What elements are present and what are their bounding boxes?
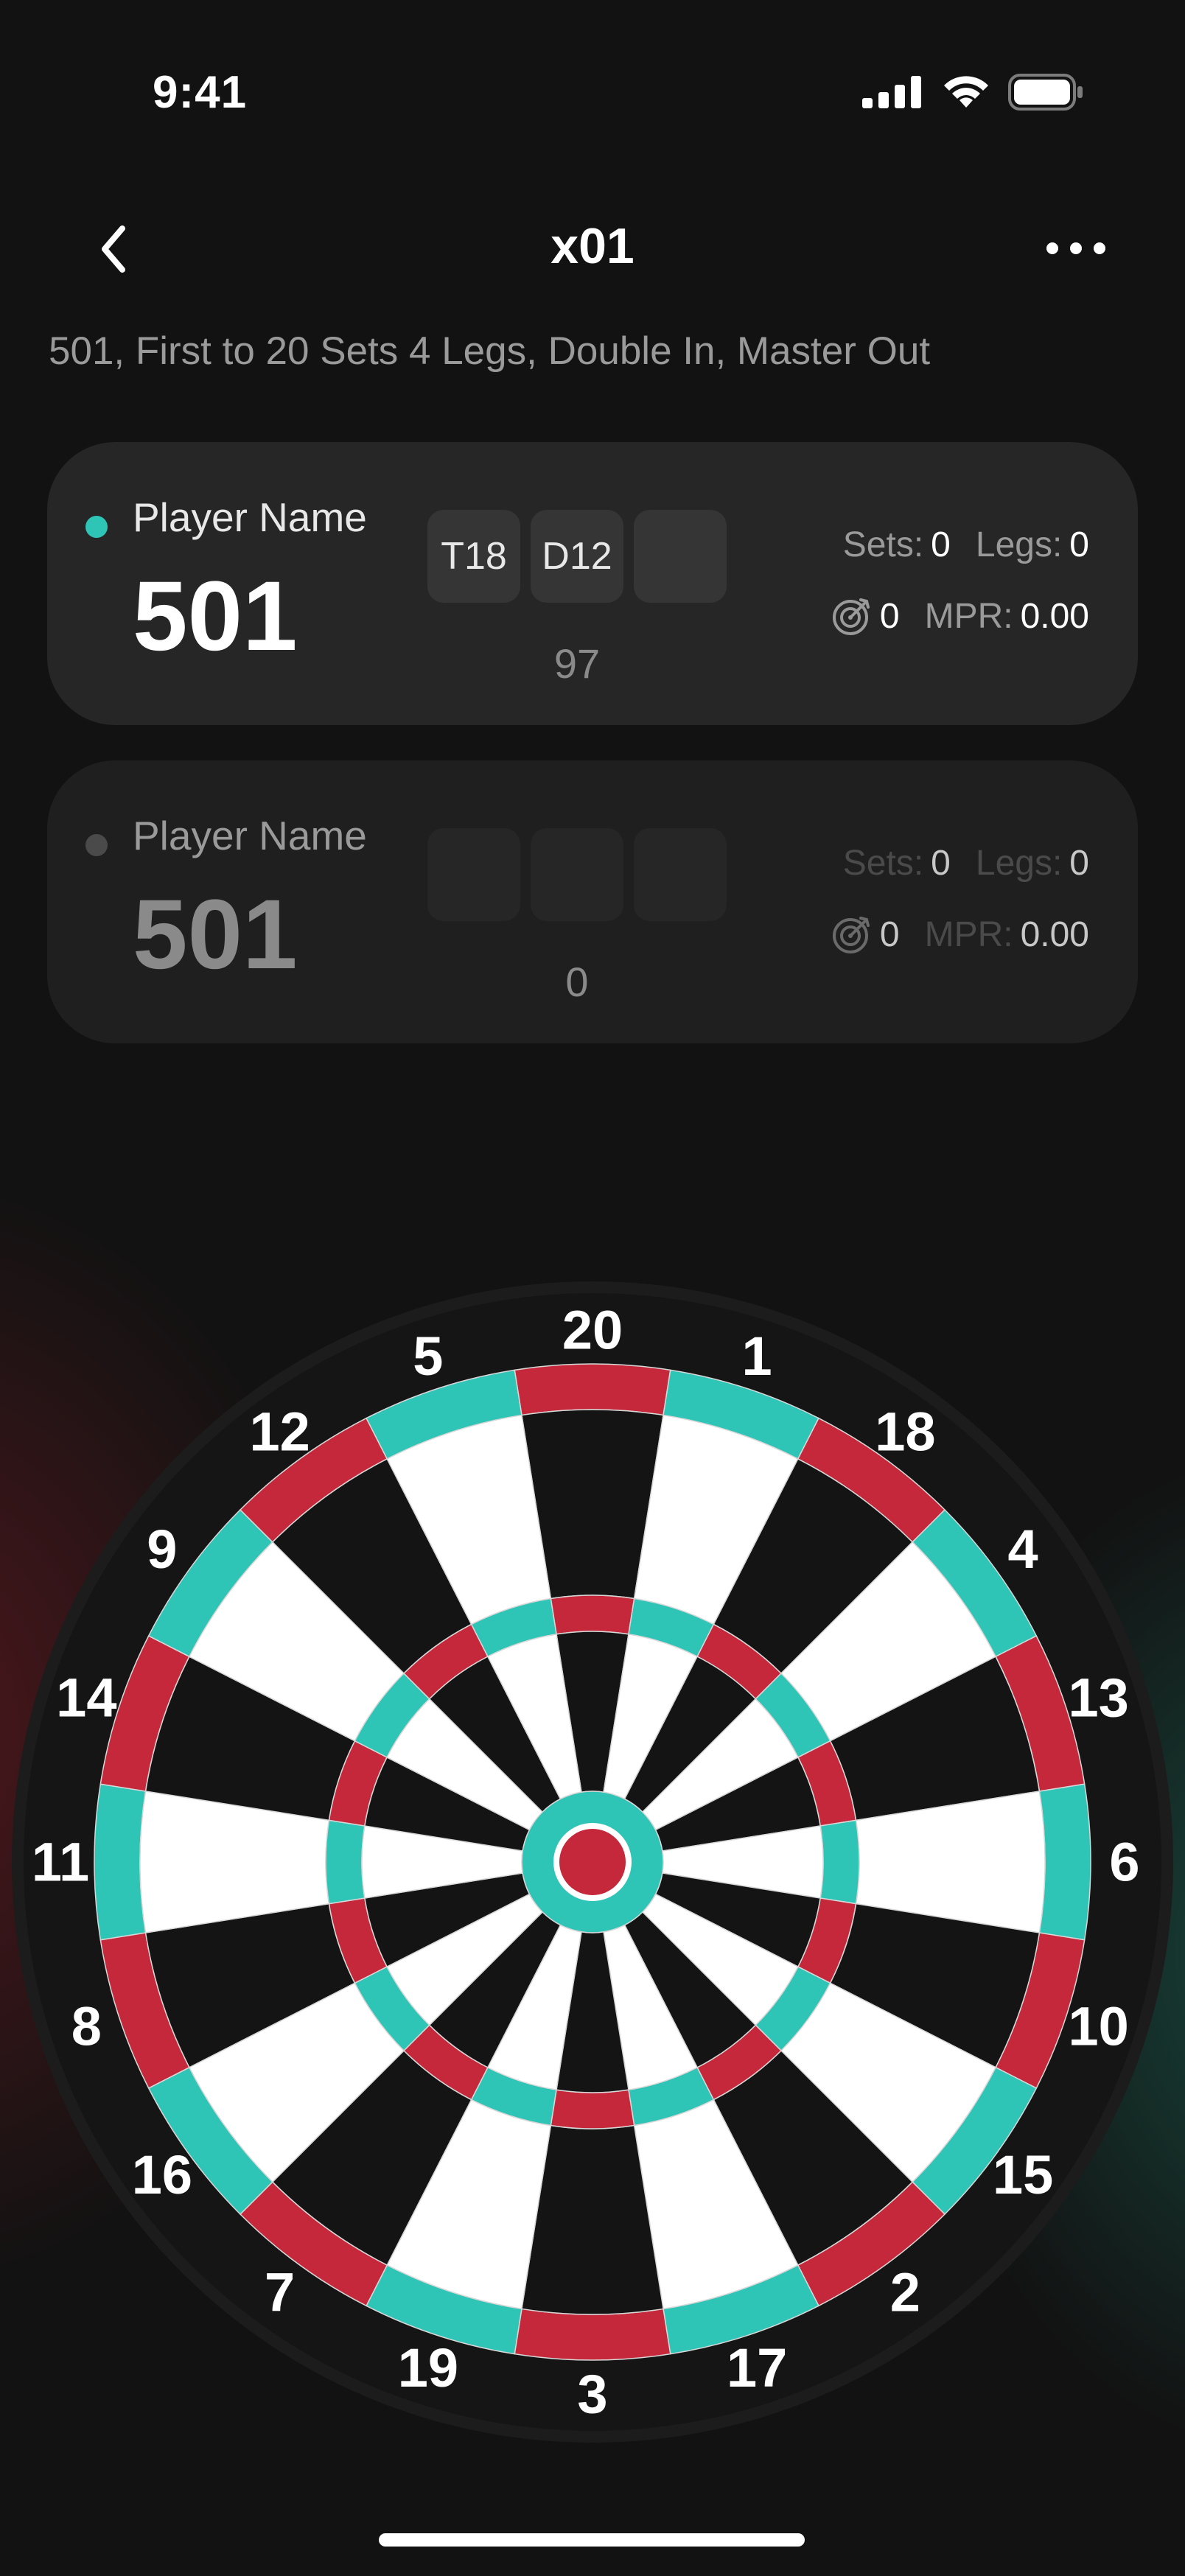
turn-total: 0 bbox=[565, 959, 589, 1005]
sets-value: 0 bbox=[931, 525, 951, 564]
board-number-6: 6 bbox=[1109, 1832, 1139, 1893]
bullseye[interactable] bbox=[559, 1829, 626, 1895]
target-icon bbox=[832, 917, 870, 953]
mpr-value: 0.00 bbox=[1020, 596, 1089, 636]
home-indicator[interactable] bbox=[379, 2533, 805, 2547]
bull-mpr-row: 0 MPR: 0.00 bbox=[831, 595, 1089, 637]
board-number-3: 3 bbox=[577, 2364, 607, 2425]
status-time: 9:41 bbox=[153, 67, 248, 118]
board-number-5: 5 bbox=[413, 1326, 443, 1387]
bullseye-count: 0 bbox=[879, 914, 900, 954]
more-options-icon[interactable] bbox=[1039, 230, 1113, 267]
board-number-15: 15 bbox=[993, 2144, 1053, 2205]
double-11[interactable] bbox=[94, 1783, 147, 1941]
board-number-18: 18 bbox=[875, 1401, 935, 1462]
bull-mpr-row: 0 MPR: 0.00 bbox=[831, 914, 1089, 955]
double-6[interactable] bbox=[1038, 1783, 1091, 1941]
board-number-14: 14 bbox=[56, 1667, 116, 1728]
board-number-9: 9 bbox=[147, 1519, 177, 1580]
board-number-4: 4 bbox=[1008, 1519, 1038, 1580]
page-title: x01 bbox=[550, 218, 635, 274]
dart-throw-2[interactable]: D12 bbox=[531, 510, 623, 603]
dart-throws bbox=[427, 828, 727, 921]
bullseye-count: 0 bbox=[879, 596, 900, 636]
dart-throw-1[interactable]: T18 bbox=[427, 510, 520, 603]
sets-legs-row: Sets: 0 Legs: 0 bbox=[843, 525, 1089, 565]
sets-value: 0 bbox=[931, 844, 951, 883]
dart-throw-3[interactable] bbox=[634, 828, 727, 921]
legs-label: Legs: bbox=[975, 844, 1063, 883]
triple-3[interactable] bbox=[550, 2089, 635, 2129]
legs-value: 0 bbox=[1069, 525, 1089, 564]
sets-legs-row: Sets: 0 Legs: 0 bbox=[843, 843, 1089, 883]
inactive-turn-indicator bbox=[85, 834, 108, 856]
board-number-11: 11 bbox=[32, 1832, 89, 1893]
board-number-10: 10 bbox=[1069, 1996, 1129, 2057]
dart-throw-3[interactable] bbox=[634, 510, 727, 603]
board-number-1: 1 bbox=[742, 1326, 772, 1387]
dart-throws: T18 D12 bbox=[427, 510, 727, 603]
sets-label: Sets: bbox=[842, 844, 924, 883]
board-number-19: 19 bbox=[398, 2337, 458, 2398]
cellular-signal-icon bbox=[862, 76, 921, 108]
player-score: 501 bbox=[133, 880, 298, 990]
board-number-20: 20 bbox=[562, 1300, 623, 1361]
triple-20[interactable] bbox=[550, 1595, 635, 1635]
player-name: Player Name bbox=[133, 813, 367, 858]
game-settings-summary: 501, First to 20 Sets 4 Legs, Double In,… bbox=[49, 329, 931, 373]
mpr-value: 0.00 bbox=[1020, 914, 1089, 954]
double-20[interactable] bbox=[514, 1363, 671, 1416]
board-number-7: 7 bbox=[265, 2262, 295, 2323]
triple-6[interactable] bbox=[819, 1819, 860, 1905]
triple-11[interactable] bbox=[325, 1819, 366, 1905]
board-number-2: 2 bbox=[890, 2262, 920, 2323]
legs-value: 0 bbox=[1069, 844, 1089, 883]
dartboard[interactable]: 20 1 18 4 13 6 10 15 2 17 3 19 7 16 8 11 14 9 12 5 bbox=[0, 0, 1185, 2576]
mpr-label: MPR: bbox=[924, 596, 1013, 636]
player-card-active[interactable]: Player Name 501 T18 D12 97 Sets: 0 Legs:… bbox=[47, 442, 1138, 725]
legs-label: Legs: bbox=[975, 525, 1063, 564]
turn-total: 97 bbox=[553, 640, 601, 687]
battery-icon bbox=[1008, 74, 1083, 111]
status-icons bbox=[862, 74, 1085, 111]
board-segments bbox=[94, 1363, 1091, 2361]
active-turn-indicator bbox=[85, 516, 108, 538]
player-card-inactive[interactable]: Player Name 501 0 Sets: 0 Legs: 0 0 MPR:… bbox=[47, 760, 1138, 1043]
sets-label: Sets: bbox=[842, 525, 924, 564]
board-number-8: 8 bbox=[71, 1996, 102, 2057]
double-3[interactable] bbox=[514, 2308, 671, 2361]
board-number-17: 17 bbox=[727, 2337, 787, 2398]
board-number-16: 16 bbox=[132, 2144, 192, 2205]
wifi-icon bbox=[944, 76, 988, 108]
player-score: 501 bbox=[133, 561, 298, 671]
board-number-12: 12 bbox=[249, 1401, 310, 1462]
dart-throw-1[interactable] bbox=[427, 828, 520, 921]
game-screen: 9:41 x01 501, First to 20 Sets 4 Legs, D… bbox=[0, 0, 1185, 2576]
dart-throw-2[interactable] bbox=[531, 828, 623, 921]
player-name: Player Name bbox=[133, 494, 367, 540]
target-icon bbox=[832, 598, 870, 635]
board-number-13: 13 bbox=[1069, 1667, 1129, 1728]
mpr-label: MPR: bbox=[924, 914, 1013, 954]
